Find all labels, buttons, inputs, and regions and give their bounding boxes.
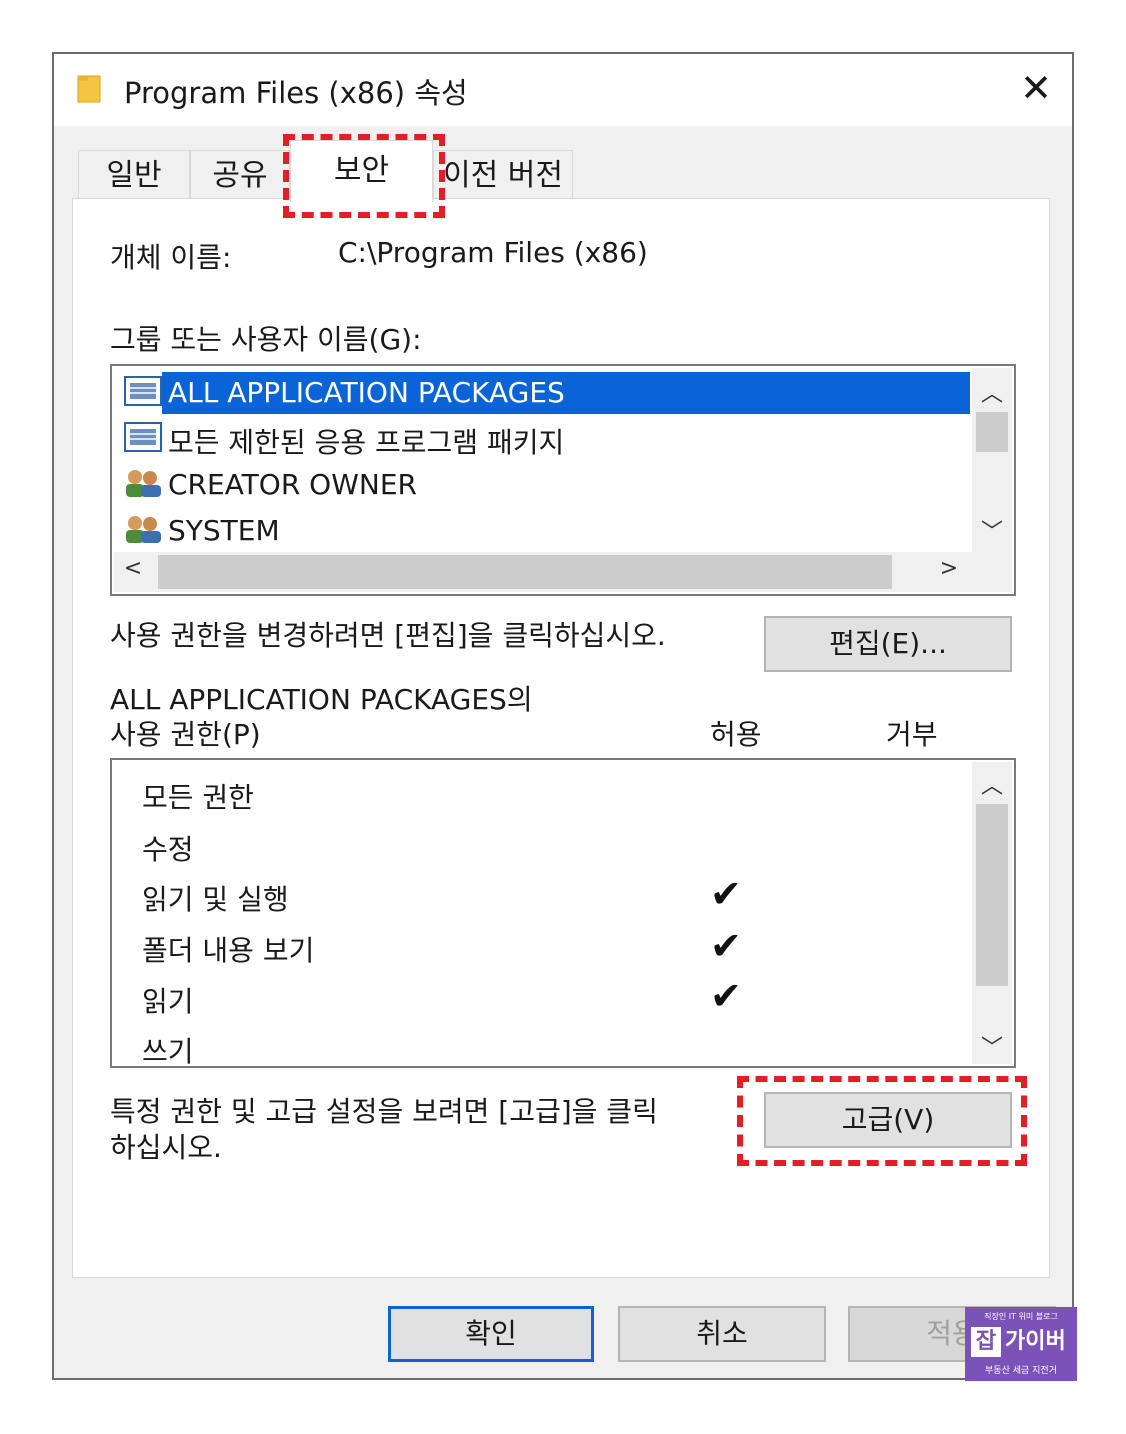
scroll-up-icon[interactable]: ︿ [972, 376, 1012, 407]
permissions-subtitle: 사용 권한(P) [110, 718, 261, 751]
permission-row-read-execute: 읽기 및 실행 [142, 883, 289, 916]
groups-vscroll-thumb[interactable] [976, 412, 1008, 452]
groups-hscroll-thumb[interactable] [158, 555, 892, 589]
watermark-logo: 직장인 IT 위미 블로그 잡 가이버 부동산 세금 지전거 [965, 1307, 1077, 1381]
tab-security[interactable]: 보안 [290, 140, 433, 202]
object-name-value: C:\Program Files (x86) [338, 236, 648, 269]
permission-row-list-folder: 폴더 내용 보기 [142, 934, 315, 967]
close-icon[interactable]: ✕ [1014, 66, 1058, 110]
advanced-hint-cont: 하십시오. [110, 1131, 222, 1164]
tab-general[interactable]: 일반 [78, 150, 190, 200]
permission-row-write: 쓰기 [142, 1035, 194, 1068]
permission-row-read: 읽기 [142, 985, 194, 1018]
folder-icon [77, 75, 101, 103]
scroll-left-icon[interactable]: < [118, 556, 148, 586]
permission-row-modify: 수정 [142, 833, 194, 866]
check-icon: ✔ [710, 974, 742, 1018]
deny-column-header: 거부 [886, 718, 938, 751]
scroll-right-icon[interactable]: > [934, 556, 964, 586]
watermark-main-2: 가이버 [1005, 1329, 1066, 1354]
package-icon [124, 422, 162, 452]
tab-sharing[interactable]: 공유 [190, 150, 290, 200]
package-icon [124, 376, 162, 406]
list-item-creator-owner[interactable]: CREATOR OWNER [168, 468, 417, 501]
object-name-label: 개체 이름: [110, 241, 232, 274]
scroll-down-icon[interactable]: ﹀ [972, 1030, 1012, 1061]
watermark-bottom-text: 부동산 세금 지전거 [985, 1366, 1057, 1376]
groups-label: 그룹 또는 사용자 이름(G): [110, 323, 422, 356]
list-item-restricted-packages[interactable]: 모든 제한된 응용 프로그램 패키지 [168, 421, 564, 461]
users-icon [126, 516, 161, 543]
permissions-vscroll-thumb[interactable] [976, 804, 1008, 986]
watermark-top-text: 직장인 IT 위미 블로그 [984, 1312, 1058, 1321]
edit-hint: 사용 권한을 변경하려면 [편집]을 클릭하십시오. [110, 619, 666, 652]
scroll-up-icon[interactable]: ︿ [972, 768, 1012, 799]
users-icon [126, 470, 161, 497]
advanced-hint: 특정 권한 및 고급 설정을 보려면 [고급]을 클릭 [110, 1095, 658, 1128]
ok-button[interactable]: 확인 [388, 1306, 594, 1362]
watermark-main-1: 잡 [971, 1327, 1001, 1357]
check-icon: ✔ [710, 924, 742, 968]
edit-button[interactable]: 편집(E)... [764, 616, 1012, 672]
permission-row-full-control: 모든 권한 [142, 781, 254, 814]
window-title: Program Files (x86) 속성 [124, 76, 468, 110]
cancel-button[interactable]: 취소 [618, 1306, 826, 1362]
list-item-all-app-packages[interactable]: ALL APPLICATION PACKAGES [168, 376, 565, 409]
list-item-system[interactable]: SYSTEM [168, 514, 280, 547]
scroll-down-icon[interactable]: ﹀ [972, 514, 1012, 545]
allow-column-header: 허용 [710, 718, 762, 751]
advanced-button[interactable]: 고급(V) [764, 1092, 1012, 1148]
permissions-title: ALL APPLICATION PACKAGES의 [110, 683, 533, 716]
check-icon: ✔ [710, 872, 742, 916]
tab-previous-versions[interactable]: 이전 버전 [433, 150, 573, 200]
